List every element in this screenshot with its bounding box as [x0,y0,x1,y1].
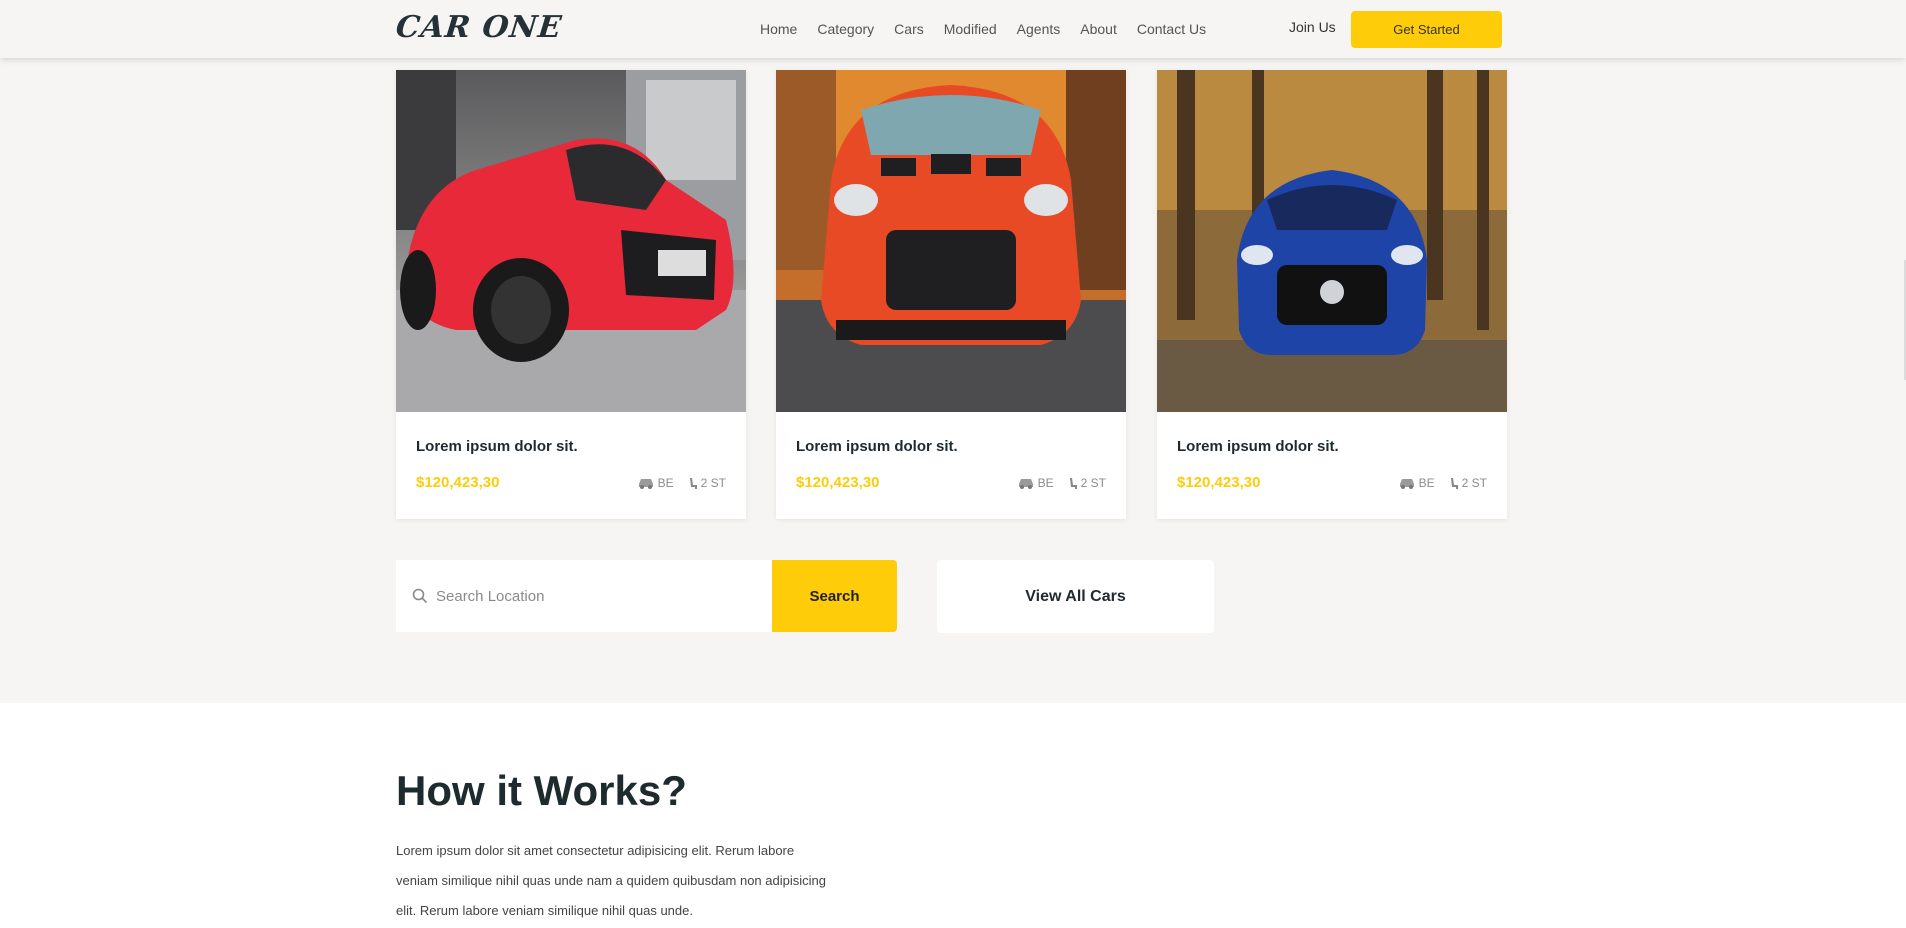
car-type-spec: BE [1017,476,1054,490]
car-icon [638,479,653,489]
car-price: $120,423,30 [416,474,500,491]
seat-spec: 2 ST [1068,476,1106,490]
nav-about[interactable]: About [1080,21,1117,37]
nav-home[interactable]: Home [760,21,797,37]
car-title[interactable]: Lorem ipsum dolor sit. [416,438,578,455]
nav-modified[interactable]: Modified [944,21,997,37]
car-card[interactable]: Lorem ipsum dolor sit. $120,423,30 BE 2 … [396,70,746,519]
how-it-works-text: Lorem ipsum dolor sit amet consectetur a… [396,843,826,918]
nav-cars[interactable]: Cars [894,21,924,37]
join-us-link[interactable]: Join Us [1289,19,1336,35]
nav-agents[interactable]: Agents [1017,21,1061,37]
get-started-button[interactable]: Get Started [1351,11,1502,48]
main-nav: Home Category Cars Modified Agents About… [760,21,1226,37]
search-icon [412,588,428,604]
how-it-works-title: How it Works? [396,767,687,814]
site-logo[interactable]: CAR ONE [394,10,564,45]
car-card[interactable]: Lorem ipsum dolor sit. $120,423,30 BE 2 … [1157,70,1507,519]
car-price: $120,423,30 [1177,474,1261,491]
search-location-box [396,560,772,632]
search-button[interactable]: Search [772,560,897,632]
how-it-works-section: How it Works? Lorem ipsum dolor sit amet… [0,703,1906,928]
car-title[interactable]: Lorem ipsum dolor sit. [796,438,958,455]
car-card[interactable]: Lorem ipsum dolor sit. $120,423,30 BE 2 … [776,70,1126,519]
car-image-red [396,70,746,412]
car-title[interactable]: Lorem ipsum dolor sit. [1177,438,1339,455]
car-type-spec: BE [637,476,674,490]
seat-icon [1069,477,1077,489]
car-image-blue [1157,70,1507,412]
seat-spec: 2 ST [1449,476,1487,490]
view-all-cars-button[interactable]: View All Cars [937,560,1214,633]
nav-contact[interactable]: Contact Us [1137,21,1206,37]
seat-icon [1450,477,1458,489]
seat-spec: 2 ST [688,476,726,490]
car-image-orange [776,70,1126,412]
car-type-spec: BE [1398,476,1435,490]
car-icon [1018,479,1033,489]
car-price: $120,423,30 [796,474,880,491]
car-specs: BE 2 ST [1398,476,1487,490]
car-specs: BE 2 ST [637,476,726,490]
car-icon [1399,479,1414,489]
seat-icon [689,477,697,489]
nav-category[interactable]: Category [817,21,874,37]
site-header: CAR ONE Home Category Cars Modified Agen… [0,0,1906,58]
car-specs: BE 2 ST [1017,476,1106,490]
search-location-input[interactable] [436,578,756,614]
